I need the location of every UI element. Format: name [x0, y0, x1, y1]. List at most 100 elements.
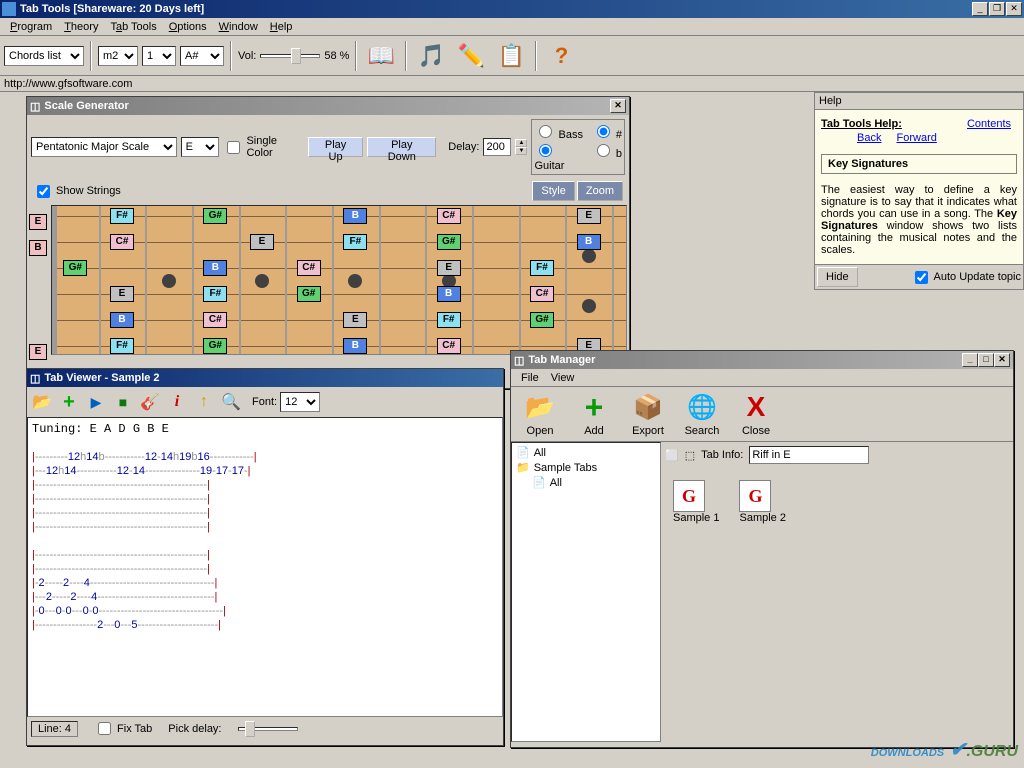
maximize-button[interactable]: ❐	[989, 2, 1005, 16]
fret-note[interactable]: E	[437, 260, 461, 276]
menu-options[interactable]: Options	[163, 19, 213, 35]
fret-note[interactable]: B	[110, 312, 134, 328]
tm-maximize[interactable]: □	[978, 353, 994, 367]
stop-icon[interactable]: ■	[111, 390, 135, 414]
tab-item-sample1[interactable]: G Sample 1	[673, 480, 719, 524]
fret-note[interactable]: B	[343, 208, 367, 224]
radio-sharp[interactable]: #	[592, 122, 622, 141]
tm-minimize[interactable]: _	[962, 353, 978, 367]
delay-down[interactable]: ▼	[515, 147, 527, 155]
open-icon[interactable]: 📂	[30, 390, 54, 414]
tab-info-input[interactable]	[749, 446, 869, 464]
fret-note[interactable]: C#	[437, 208, 461, 224]
chords-list-dropdown[interactable]: Chords list	[4, 46, 84, 66]
tree-all-sub[interactable]: 📄 All	[514, 475, 658, 490]
auto-update-checkbox[interactable]: Auto Update topic	[911, 268, 1021, 287]
play-down-button[interactable]: Play Down	[367, 137, 436, 157]
tm-menu-view[interactable]: View	[545, 370, 581, 386]
fret-note[interactable]: F#	[530, 260, 554, 276]
fret-note[interactable]: G#	[297, 286, 321, 302]
tab-content[interactable]: Tuning: E A D G B E |---------12h14b----…	[27, 417, 503, 717]
help-forward-link[interactable]: Forward	[897, 132, 937, 144]
menu-program[interactable]: Program	[4, 19, 58, 35]
info-icon[interactable]: i	[165, 390, 189, 414]
fret-note[interactable]: E	[110, 286, 134, 302]
fret-note[interactable]: E	[577, 208, 601, 224]
tab-manager-titlebar[interactable]: ◫ Tab Manager _ □ ✕	[511, 351, 1013, 369]
fret-note[interactable]: F#	[343, 234, 367, 250]
tabs-icon[interactable]: 📋	[493, 38, 529, 74]
fret-note[interactable]: B	[577, 234, 601, 250]
fret-note[interactable]: F#	[110, 338, 134, 354]
help-contents-link[interactable]: Contents	[967, 118, 1011, 130]
fret-note[interactable]: C#	[110, 234, 134, 250]
menu-tabtools[interactable]: Tab Tools	[104, 19, 162, 35]
tab-item-sample2[interactable]: G Sample 2	[739, 480, 785, 524]
open-string-note[interactable]: E	[29, 344, 47, 360]
tab-viewer-titlebar[interactable]: ◫ Tab Viewer - Sample 2	[27, 369, 503, 387]
fret-dropdown[interactable]: 1	[142, 46, 176, 66]
up-icon[interactable]: ↑	[192, 390, 216, 414]
root-dropdown[interactable]: E	[181, 137, 220, 157]
tm-tree[interactable]: 📄 All 📁 Sample Tabs 📄 All	[511, 442, 661, 742]
view-small-icon[interactable]: ⬚	[685, 449, 695, 462]
edit-icon[interactable]: ✏️	[453, 38, 489, 74]
help-back-link[interactable]: Back	[857, 132, 881, 144]
fret-note[interactable]: E	[343, 312, 367, 328]
tm-add-button[interactable]: +Add	[569, 391, 619, 437]
menu-theory[interactable]: Theory	[58, 19, 104, 35]
delay-input[interactable]	[483, 138, 511, 156]
tree-all[interactable]: 📄 All	[514, 445, 658, 460]
fret-note[interactable]: F#	[203, 286, 227, 302]
play-icon[interactable]: ▶	[84, 390, 108, 414]
minimize-button[interactable]: _	[972, 2, 988, 16]
open-string-note[interactable]: B	[29, 240, 47, 256]
fret-note[interactable]: F#	[437, 312, 461, 328]
tm-export-button[interactable]: 📦Export	[623, 391, 673, 437]
interval-dropdown[interactable]: m2	[98, 46, 138, 66]
tree-sample-tabs[interactable]: 📁 Sample Tabs	[514, 460, 658, 475]
show-strings-checkbox[interactable]: Show Strings	[33, 182, 121, 201]
fret-note[interactable]: F#	[110, 208, 134, 224]
fretboard[interactable]: F#C#G#EBF#G#BF#C#G#EC#G#BF#EBC#G#EBF#C#F…	[51, 205, 627, 355]
style-button[interactable]: Style	[532, 181, 574, 201]
chord-icon[interactable]: 🎵	[413, 38, 449, 74]
volume-slider[interactable]	[260, 54, 320, 58]
book-icon[interactable]: 📖	[363, 38, 399, 74]
font-size-dropdown[interactable]: 12	[280, 392, 320, 412]
fret-note[interactable]: G#	[203, 338, 227, 354]
fret-note[interactable]: C#	[203, 312, 227, 328]
key-dropdown[interactable]: A#	[180, 46, 224, 66]
fret-note[interactable]: G#	[63, 260, 87, 276]
radio-flat[interactable]: b	[592, 141, 622, 172]
fret-note[interactable]: C#	[437, 338, 461, 354]
zoom-button[interactable]: Zoom	[577, 181, 623, 201]
radio-bass[interactable]: Bass	[534, 122, 585, 141]
fret-note[interactable]: G#	[530, 312, 554, 328]
help-hide-button[interactable]: Hide	[817, 267, 858, 287]
tm-menu-file[interactable]: File	[515, 370, 545, 386]
guitar-icon[interactable]: 🎸	[138, 390, 162, 414]
tm-search-button[interactable]: 🌐Search	[677, 391, 727, 437]
view-large-icon[interactable]: ⬜	[665, 449, 679, 462]
tm-close-button[interactable]: XClose	[731, 391, 781, 437]
delay-up[interactable]: ▲	[515, 139, 527, 147]
help-icon[interactable]: ?	[543, 38, 579, 74]
single-color-checkbox[interactable]: Single Color	[223, 135, 303, 159]
open-string-note[interactable]: E	[29, 214, 47, 230]
fret-note[interactable]: G#	[203, 208, 227, 224]
fret-note[interactable]: G#	[437, 234, 461, 250]
fret-note[interactable]: B	[437, 286, 461, 302]
search-icon[interactable]: 🔍	[219, 390, 243, 414]
add-icon[interactable]: +	[57, 390, 81, 414]
fret-note[interactable]: B	[343, 338, 367, 354]
menu-help[interactable]: Help	[264, 19, 299, 35]
radio-guitar[interactable]: Guitar	[534, 141, 585, 172]
pick-delay-slider[interactable]	[238, 727, 298, 731]
tm-close[interactable]: ✕	[994, 353, 1010, 367]
close-button[interactable]: ✕	[1006, 2, 1022, 16]
fret-note[interactable]: C#	[530, 286, 554, 302]
scale-gen-titlebar[interactable]: ◫ Scale Generator ✕	[27, 97, 629, 115]
fix-tab-checkbox[interactable]: Fix Tab	[94, 719, 152, 738]
fret-note[interactable]: C#	[297, 260, 321, 276]
